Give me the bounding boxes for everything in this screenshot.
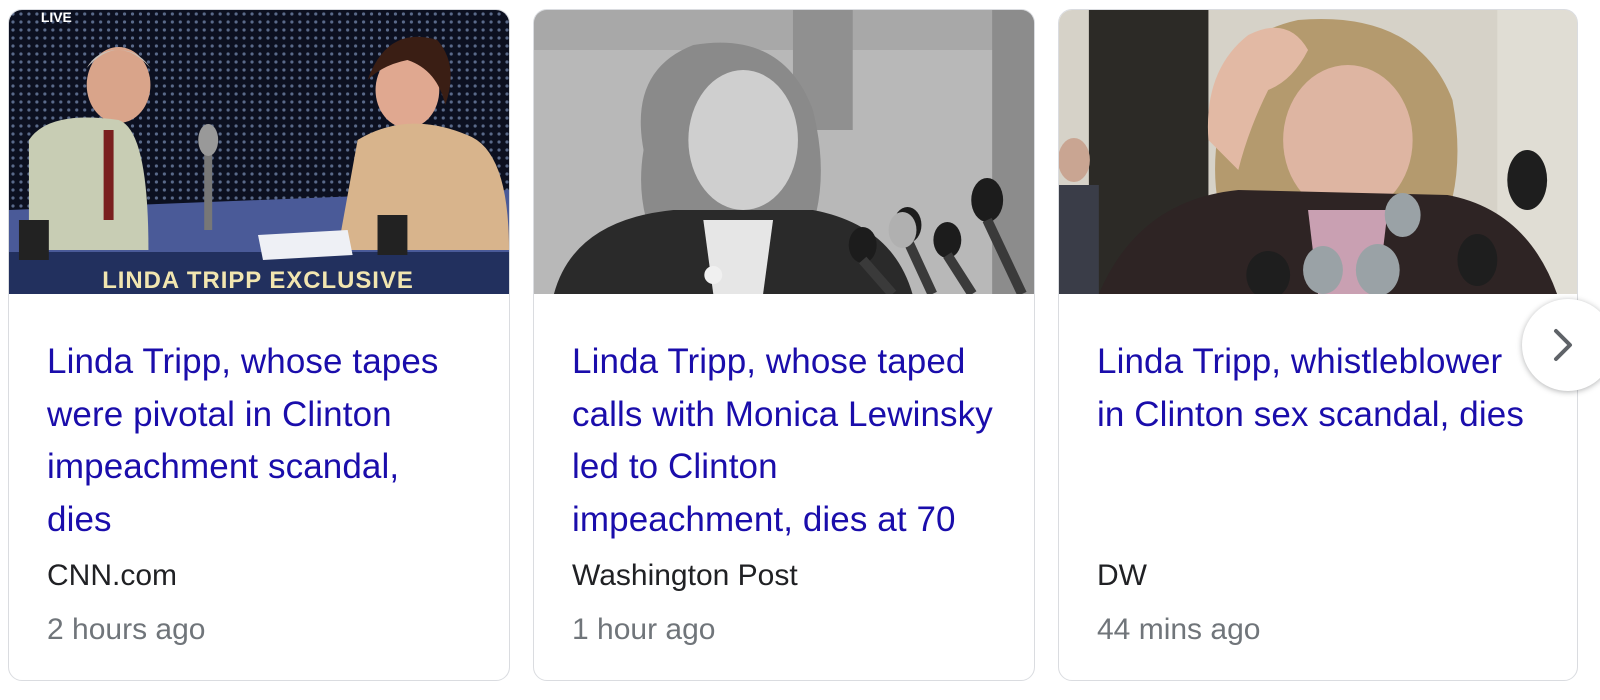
thumbnail-caption: LINDA TRIPP EXCLUSIVE [102,267,414,294]
news-headline[interactable]: Linda Tripp, whose taped calls with Moni… [572,336,996,546]
top-stories-carousel: LINDA TRIPP EXCLUSIVE LIVE Linda Tripp, … [0,0,1600,700]
chevron-right-icon [1554,329,1572,361]
news-thumbnail[interactable]: LINDA TRIPP EXCLUSIVE LIVE [9,10,509,294]
news-thumbnail[interactable] [534,10,1034,294]
news-source: CNN.com [47,559,178,592]
news-card-washington-post[interactable]: Linda Tripp, whose taped calls with Moni… [533,9,1035,681]
news-card-dw[interactable]: Linda Tripp, whistleblower in Clinton se… [1058,9,1578,681]
news-card-cnn[interactable]: LINDA TRIPP EXCLUSIVE LIVE Linda Tripp, … [8,9,510,681]
news-timestamp: 44 mins ago [1097,613,1261,646]
news-timestamp: 2 hours ago [47,613,206,646]
news-headline[interactable]: Linda Tripp, whistleblower in Clinton se… [1097,336,1539,546]
news-source: DW [1097,559,1147,592]
live-badge: LIVE [41,10,72,25]
news-source: Washington Post [572,559,798,592]
news-thumbnail[interactable] [1059,10,1577,294]
news-timestamp: 1 hour ago [572,613,716,646]
news-headline[interactable]: Linda Tripp, whose tapes were pivotal in… [47,336,471,546]
